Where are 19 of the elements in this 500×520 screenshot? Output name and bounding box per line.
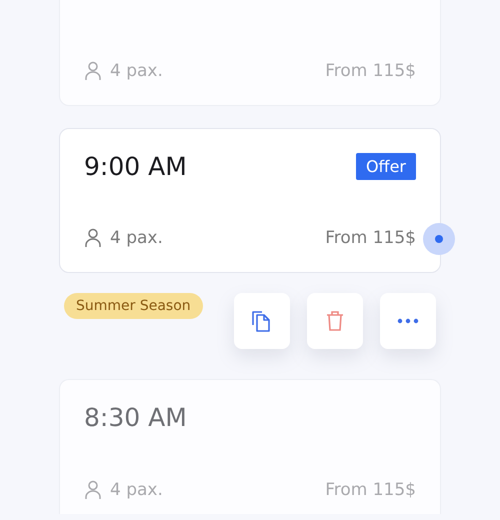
season-tag: Summer Season [64, 293, 203, 319]
pax-text: 4 pax. [110, 228, 163, 248]
person-icon [84, 228, 102, 248]
delete-button[interactable] [307, 293, 363, 349]
copy-button[interactable] [234, 293, 290, 349]
more-icon [397, 318, 419, 324]
pax-text: 4 pax. [110, 480, 163, 500]
person-icon [84, 480, 102, 500]
card[interactable]: 8:30 AM 4 pax. From 115$ [59, 379, 441, 514]
pax-text: 4 pax. [110, 61, 163, 81]
price-text: From 115$ [325, 228, 416, 248]
price-text: From 115$ [325, 61, 416, 81]
card[interactable]: 9:00 AM Offer 4 pax. From 115$ [59, 128, 441, 273]
time-text: 9:00 AM [84, 152, 187, 180]
price-text: From 115$ [325, 480, 416, 500]
selection-dot[interactable] [423, 223, 455, 255]
time-text: 8:30 AM [84, 402, 187, 432]
offer-badge: Offer [356, 152, 416, 180]
person-icon [84, 61, 102, 81]
